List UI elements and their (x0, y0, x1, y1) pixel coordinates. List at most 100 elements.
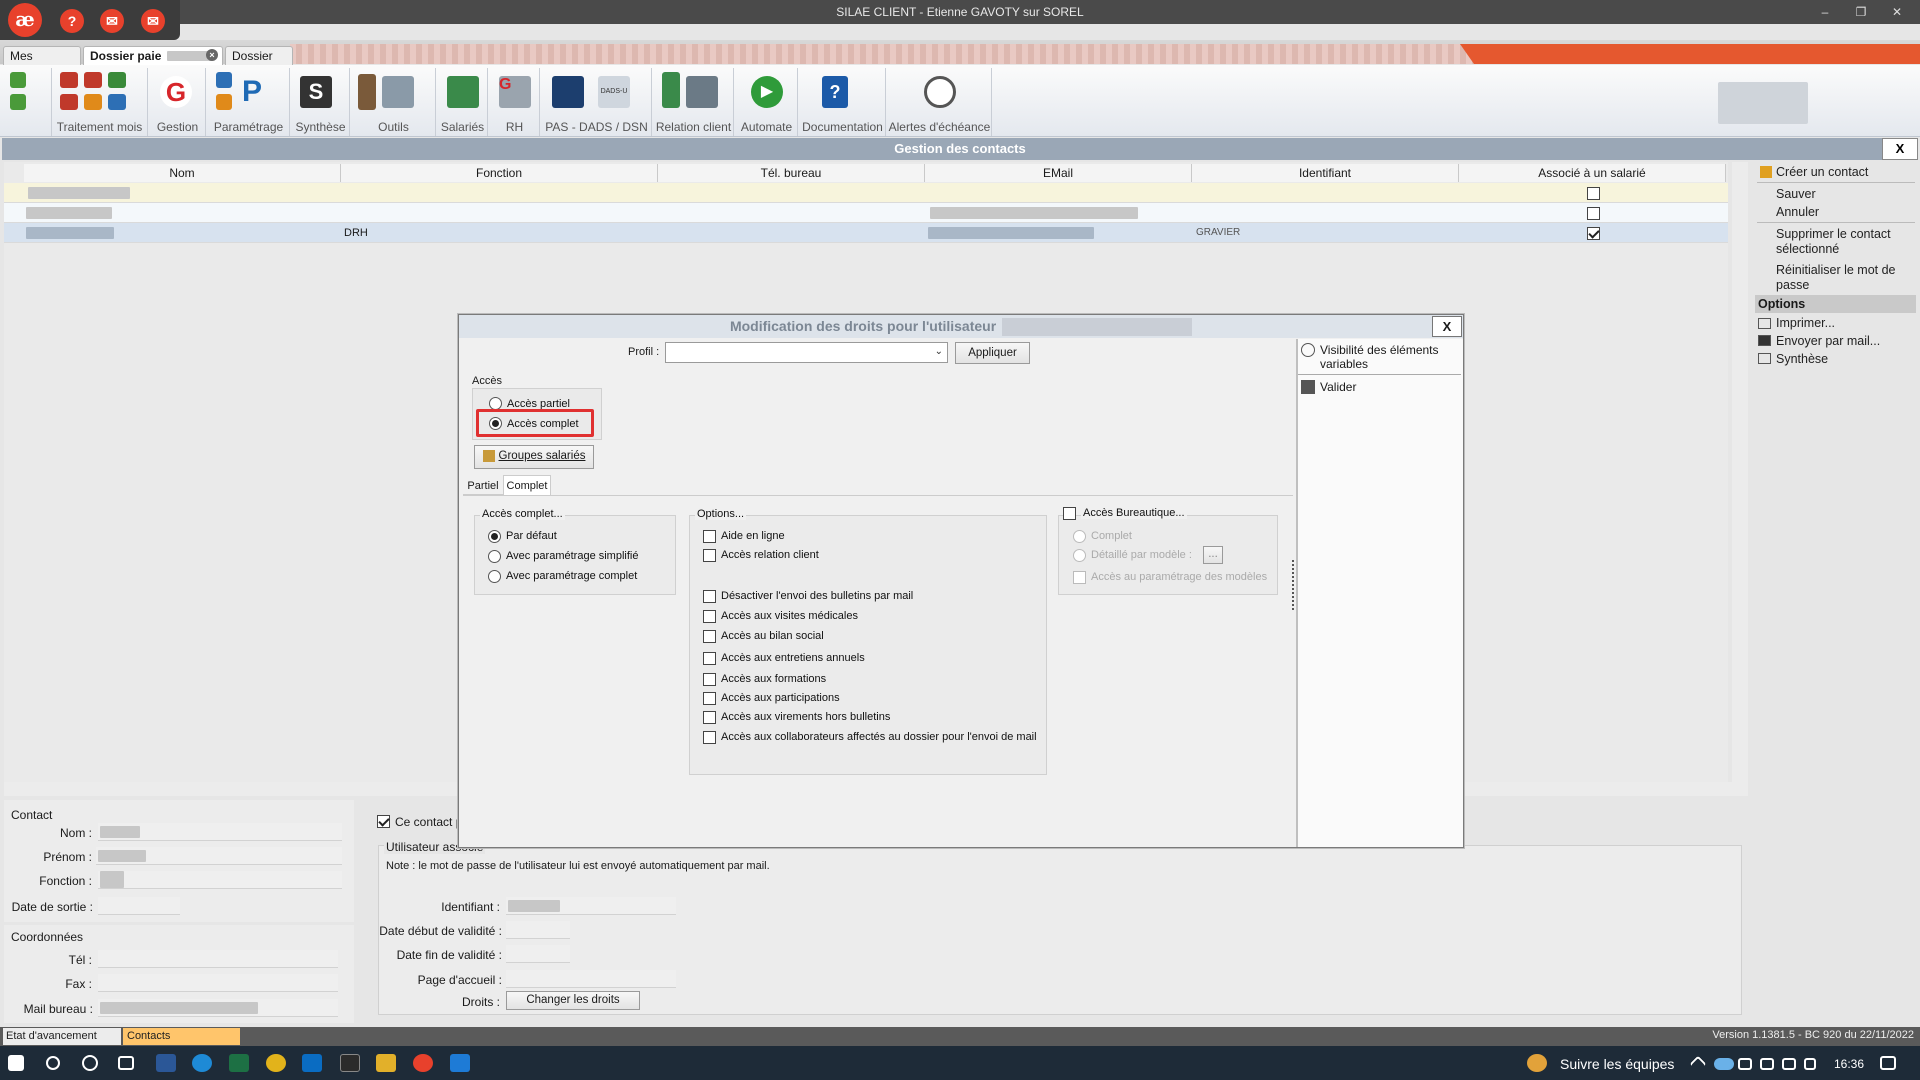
desactiver-bulletins-checkbox[interactable] (703, 590, 716, 603)
par-defaut-label[interactable]: Par défaut (506, 530, 557, 542)
windows-start-icon[interactable] (8, 1055, 24, 1071)
ribbon-group-parametrage[interactable]: P Paramétrage (208, 68, 290, 136)
maximize-button[interactable]: ❐ (1848, 2, 1874, 22)
associe-checkbox-checked[interactable] (1587, 227, 1600, 240)
delete-contact-link[interactable]: Supprimer le contact sélectionné (1776, 227, 1906, 257)
param-simplifie-label[interactable]: Avec paramétrage simplifié (506, 550, 638, 562)
close-window-button[interactable]: ✕ (1884, 2, 1910, 22)
subtab-complet[interactable]: Complet (503, 475, 551, 495)
close-tab-icon[interactable]: × (206, 49, 218, 61)
fonction-field[interactable] (98, 871, 342, 889)
associe-checkbox[interactable] (1587, 207, 1600, 220)
ribbon-group-pas-dads[interactable]: DADS-U PAS - DADS / DSN (542, 68, 652, 136)
edge-icon[interactable] (192, 1054, 212, 1072)
reset-password-link[interactable]: Réinitialiser le mot de passe (1776, 263, 1906, 293)
formations-checkbox[interactable] (703, 673, 716, 686)
identifiant-field[interactable] (506, 897, 676, 915)
participations-checkbox[interactable] (703, 692, 716, 705)
export-icon[interactable] (10, 94, 26, 110)
contacts-close-button[interactable]: X (1882, 138, 1918, 160)
ce-contact-checkbox[interactable] (377, 815, 390, 828)
page-accueil-field[interactable] (506, 970, 676, 988)
refresh-icon[interactable] (10, 72, 26, 88)
cancel-link[interactable]: Annuler (1776, 205, 1819, 219)
network-icon[interactable] (1782, 1058, 1796, 1070)
aide-en-ligne-checkbox[interactable] (703, 530, 716, 543)
bulletin-icon[interactable] (60, 72, 78, 88)
minimize-button[interactable]: – (1812, 2, 1838, 22)
changer-droits-button[interactable]: Changer les droits (506, 991, 640, 1010)
cortana-icon[interactable] (82, 1055, 98, 1071)
close-month-icon[interactable] (108, 94, 126, 110)
ribbon-group-relation-client[interactable]: Relation client (654, 68, 734, 136)
collaborateurs-label[interactable]: Accès aux collaborateurs affectés au dos… (721, 731, 1037, 743)
detaille-modele-radio[interactable] (1073, 549, 1086, 562)
relation-client-checkbox[interactable] (703, 549, 716, 562)
collaborateurs-checkbox[interactable] (703, 731, 716, 744)
file-explorer-icon[interactable] (376, 1054, 396, 1072)
excel-icon[interactable] (229, 1054, 249, 1072)
tray-app-icon[interactable] (1738, 1058, 1752, 1070)
aide-en-ligne-label[interactable]: Aide en ligne (721, 530, 785, 542)
relation-client-label[interactable]: Accès relation client (721, 549, 819, 561)
tab-etat-avancement[interactable]: Etat d'avancement (3, 1028, 121, 1045)
visites-medicales-checkbox[interactable] (703, 610, 716, 623)
ribbon-group-salaries[interactable]: Salariés (438, 68, 488, 136)
prenom-field[interactable] (96, 847, 342, 865)
send-mail-link[interactable]: Envoyer par mail... (1776, 334, 1880, 348)
ribbon-group-outils[interactable]: Outils (352, 68, 436, 136)
column-header-nom[interactable]: Nom (24, 164, 341, 182)
desactiver-bulletins-label[interactable]: Désactiver l'envoi des bulletins par mai… (721, 590, 913, 602)
tel-field[interactable] (98, 950, 338, 968)
remote-desktop-icon[interactable] (450, 1054, 470, 1072)
tray-chevron-icon[interactable] (1689, 1055, 1707, 1073)
notifications-icon[interactable] (1880, 1056, 1896, 1070)
visites-medicales-label[interactable]: Accès aux visites médicales (721, 610, 858, 622)
groupes-salaries-button[interactable]: Groupes salariés (474, 445, 594, 469)
chrome-icon[interactable] (266, 1054, 286, 1072)
print-link[interactable]: Imprimer... (1776, 316, 1835, 330)
save-link[interactable]: Sauver (1776, 187, 1816, 201)
date-sortie-field[interactable] (98, 897, 180, 915)
help-icon[interactable]: ? (60, 9, 84, 33)
apply-button[interactable]: Appliquer (955, 342, 1030, 364)
create-contact-link[interactable]: Créer un contact (1776, 165, 1868, 179)
subtab-partiel[interactable]: Partiel (463, 477, 503, 495)
visibility-link[interactable]: Visibilité des éléments variables (1320, 343, 1455, 371)
column-header-associe[interactable]: Associé à un salarié (1459, 164, 1726, 182)
column-header-identifiant[interactable]: Identifiant (1192, 164, 1459, 182)
bilan-social-checkbox[interactable] (703, 630, 716, 643)
formations-label[interactable]: Accès aux formations (721, 673, 826, 685)
outlook-icon[interactable] (302, 1054, 322, 1072)
ribbon-group-gestion[interactable]: G Gestion (150, 68, 206, 136)
validate-link[interactable]: Valider (1320, 380, 1356, 394)
bureautique-complet-radio[interactable] (1073, 530, 1086, 543)
param-complet-radio[interactable] (488, 570, 501, 583)
ribbon-group-alertes[interactable]: Alertes d'échéance (888, 68, 992, 136)
ribbon-group-automate[interactable]: ▶ Automate (736, 68, 798, 136)
table-row[interactable] (4, 203, 1728, 223)
column-header-fonction[interactable]: Fonction (341, 164, 658, 182)
bureautique-group-title[interactable]: Accès Bureautique... (1081, 507, 1187, 519)
battery-icon[interactable] (1760, 1058, 1774, 1070)
fax-field[interactable] (98, 974, 338, 992)
tab-dossier-paie-active[interactable]: Dossier paie × (83, 46, 223, 65)
tab-dossier-paie[interactable]: Dossier paie (225, 46, 293, 77)
nom-field[interactable] (98, 823, 342, 841)
bureautique-checkbox[interactable] (1063, 507, 1076, 520)
entretiens-annuels-label[interactable]: Accès aux entretiens annuels (721, 652, 865, 664)
tab-mes-dossiers[interactable]: Mes dossiers (3, 46, 81, 77)
word-icon[interactable] (156, 1054, 176, 1072)
chat-icon[interactable]: ✉ (100, 9, 124, 33)
par-defaut-radio[interactable] (488, 530, 501, 543)
silae-taskbar-icon[interactable] (413, 1054, 433, 1072)
onedrive-icon[interactable] (1714, 1058, 1734, 1070)
date-debut-field[interactable] (506, 921, 570, 939)
teams-status-text[interactable]: Suivre les équipes (1560, 1056, 1674, 1072)
ribbon-group-synthese[interactable]: S Synthèse (292, 68, 350, 136)
rights-dialog-close-button[interactable]: X (1432, 316, 1462, 337)
notification-icon[interactable]: ✉ (141, 9, 165, 33)
transfer-icon[interactable] (84, 94, 102, 110)
calc-icon[interactable] (84, 72, 102, 88)
synthese-link[interactable]: Synthèse (1776, 352, 1828, 366)
